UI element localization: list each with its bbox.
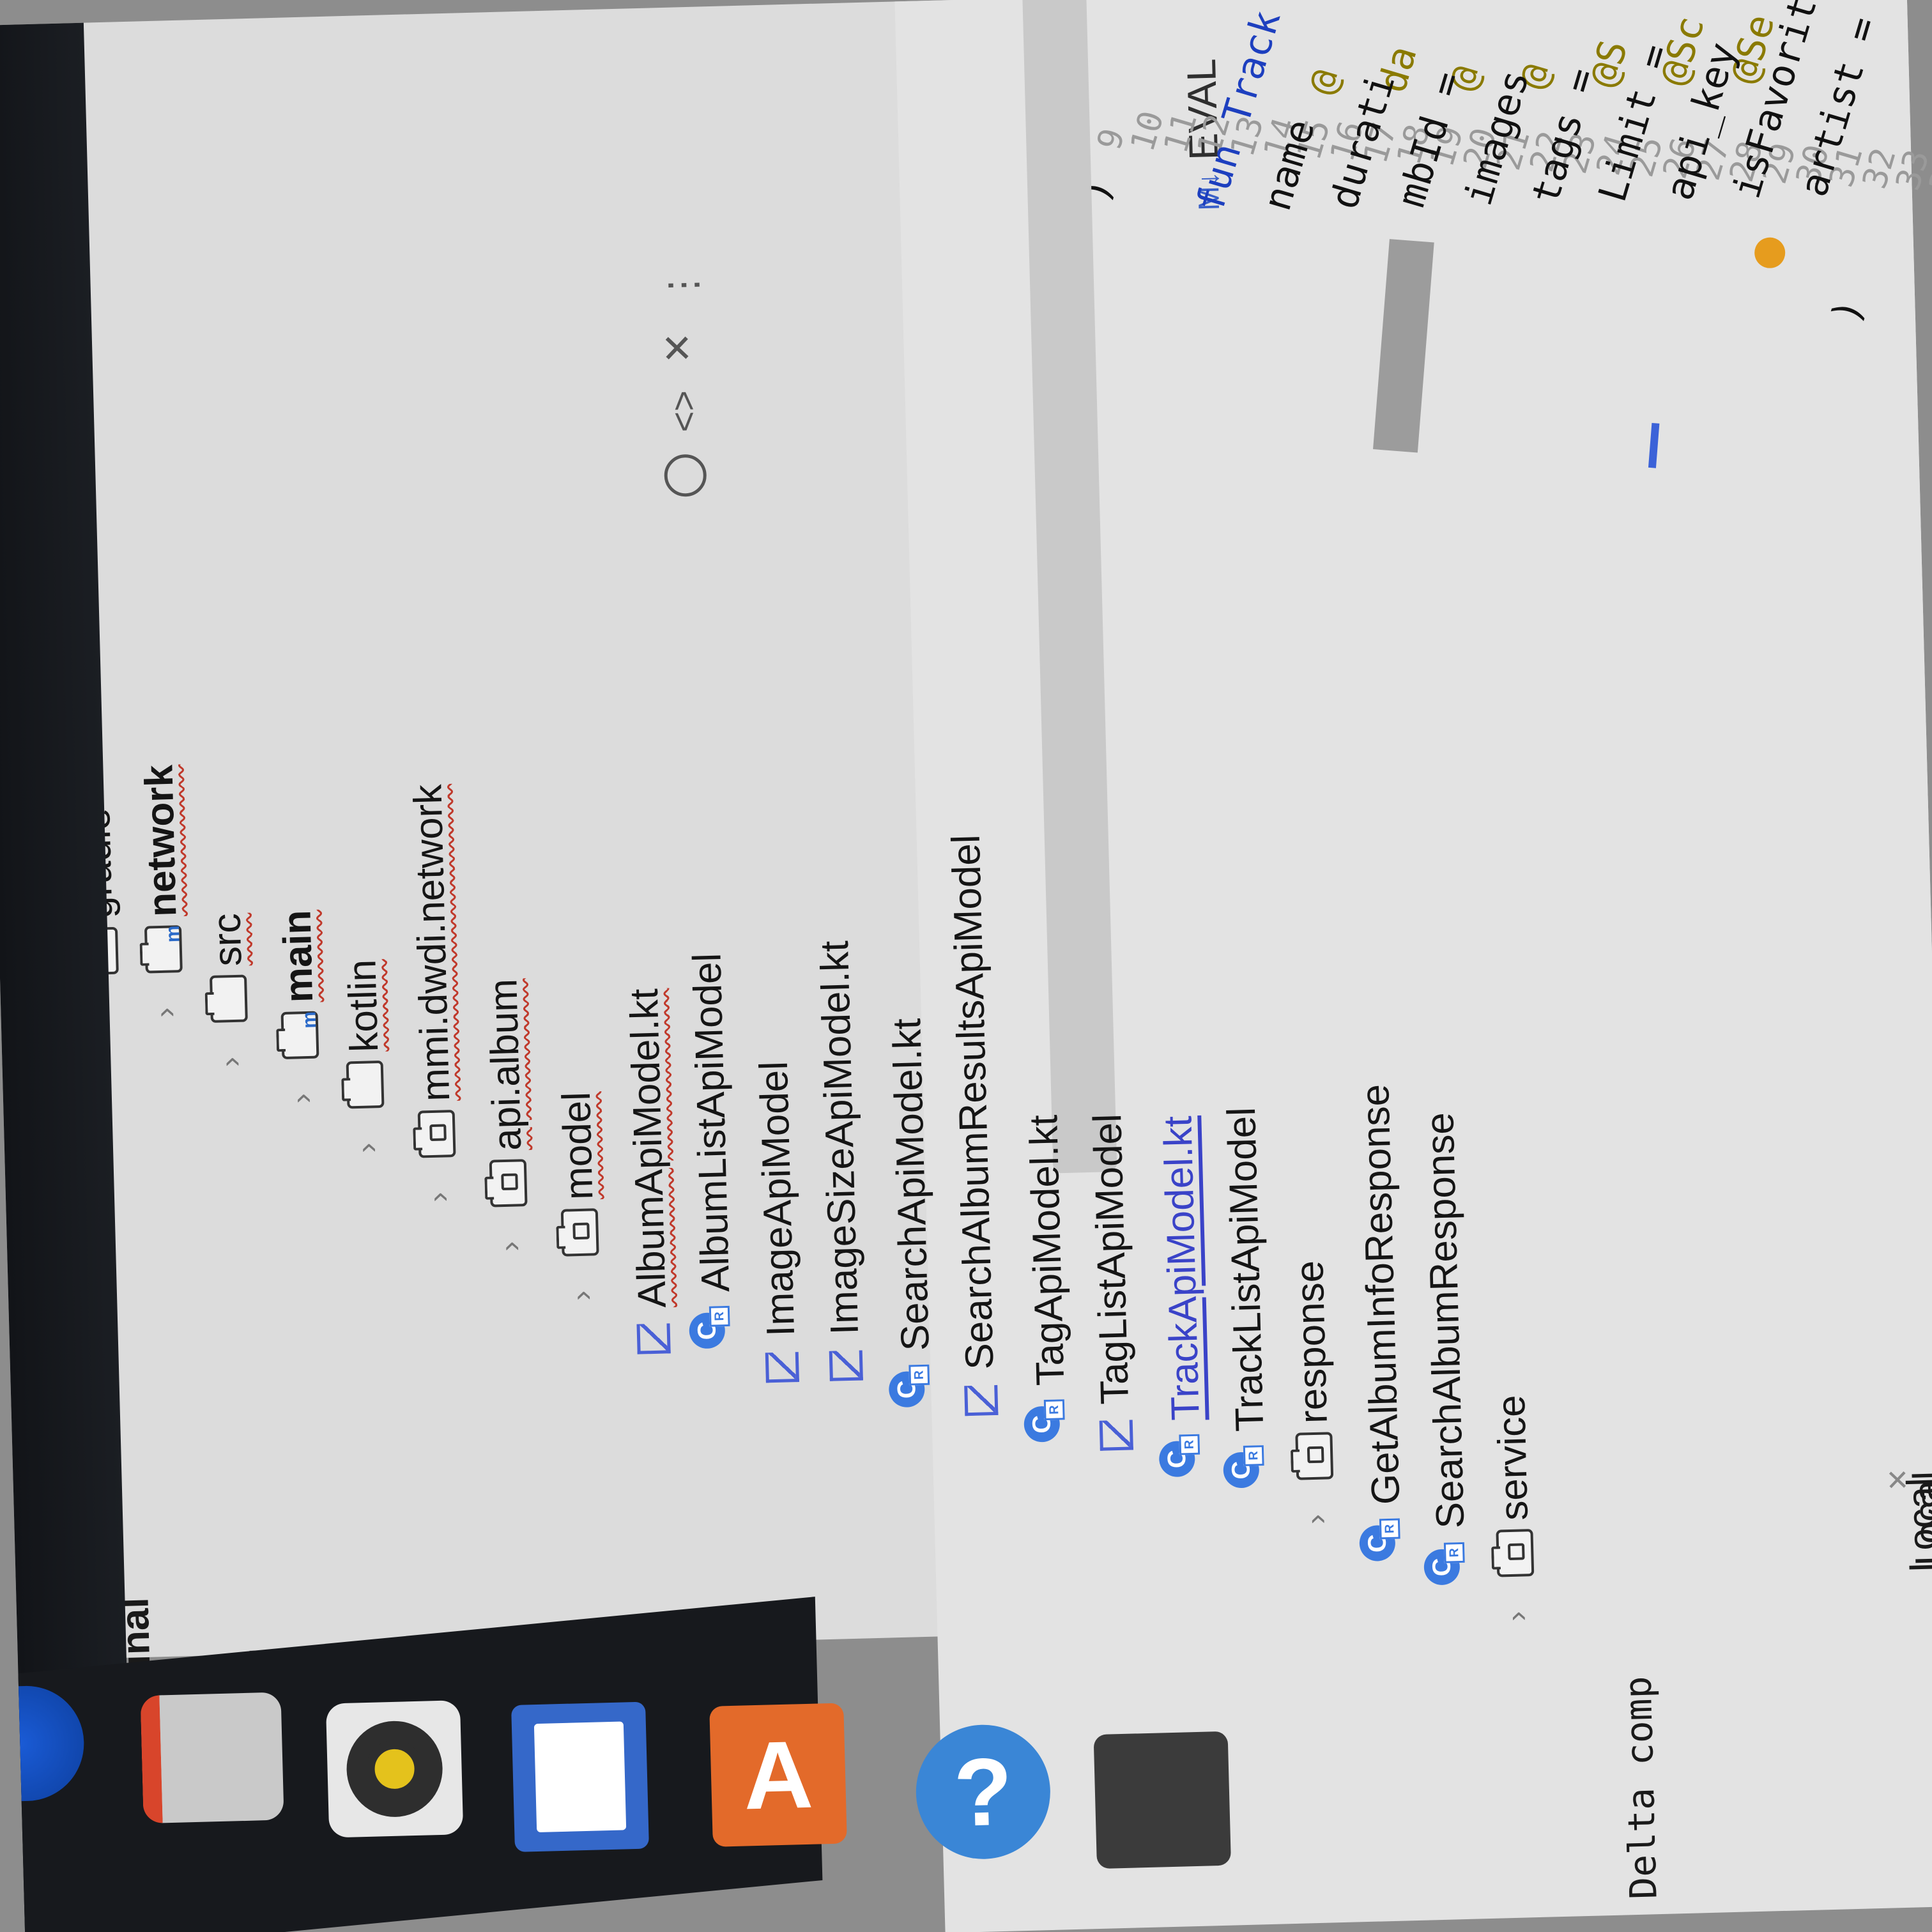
- tree-item-label: GetAlbumInfoResponse: [1353, 1084, 1408, 1505]
- files-icon[interactable]: [140, 1692, 284, 1824]
- tree-item-label: TagListApiModel: [1085, 1113, 1137, 1406]
- tree-item-label: response: [1287, 1260, 1336, 1424]
- class-icon: [897, 1360, 935, 1407]
- kotlin-file-icon: [962, 1378, 1000, 1418]
- writer-icon[interactable]: [511, 1701, 649, 1852]
- tree-item[interactable]: ImageSizeApiModel.kt: [804, 940, 876, 1384]
- chevron-right-icon[interactable]: ›: [420, 1157, 456, 1202]
- kotlin-file-icon: [634, 1316, 672, 1356]
- module-folder-icon: [144, 925, 183, 974]
- tree-item[interactable]: SearchAlbumResultsApiModel: [936, 834, 1011, 1419]
- class-icon: [1032, 1394, 1071, 1442]
- chevron-right-icon[interactable]: ›: [563, 1255, 599, 1301]
- tree-item[interactable]: TagListApiModel: [1077, 1113, 1146, 1453]
- tree-item[interactable]: › main: [266, 909, 332, 1104]
- screen: <> ✕ ⋮ M↓ EVAL 9 10 11 12 13 14 15 16 17 18 19 20 21…: [0, 0, 1932, 1932]
- tree-item[interactable]: ImageApiModel: [744, 1061, 812, 1386]
- tree-item-label: TagApiModel.kt: [1021, 1114, 1073, 1386]
- tree-item[interactable]: AlbumListApiModel: [677, 953, 747, 1349]
- tree-item-label: main: [274, 909, 321, 1004]
- kotlin-file-icon: [1096, 1413, 1135, 1453]
- tree-item-label: TrackListApiModel: [1219, 1107, 1272, 1432]
- package-icon: [417, 1110, 456, 1158]
- chevron-right-icon[interactable]: ›: [283, 1059, 319, 1104]
- rhythmbox-icon[interactable]: [325, 1700, 464, 1838]
- terminal-output-line: Delta comp: [1616, 1675, 1666, 1900]
- package-icon: [489, 1159, 528, 1208]
- kotlin-file-icon: [826, 1343, 864, 1383]
- tree-item-label: model: [554, 1091, 601, 1200]
- tree-item-label: ImageApiModel: [751, 1061, 803, 1337]
- tree-item-label: SearchAlbumResultsApiModel: [944, 834, 1002, 1370]
- tree-item[interactable]: › network: [128, 764, 195, 1018]
- tree-item[interactable]: TagApiModel.kt: [1013, 1114, 1082, 1443]
- chevron-right-icon[interactable]: ›: [491, 1206, 528, 1252]
- chevron-right-icon[interactable]: ›: [211, 1022, 248, 1068]
- tree-item-label: kotlin: [339, 959, 387, 1053]
- tree-item-label: mmi.dwdi.network: [405, 783, 458, 1102]
- tree-item-label: AlbumListApiModel: [684, 953, 738, 1293]
- tree-item[interactable]: SearchApiModel.kt: [877, 1018, 947, 1408]
- tree-item-label: src: [204, 912, 250, 967]
- tree-item[interactable]: AlbumApiModel.kt: [614, 988, 684, 1357]
- selection-highlight: [1022, 0, 1117, 1174]
- tree-item[interactable]: › mmi.dwdi.network: [397, 784, 468, 1203]
- tree-item[interactable]: › src: [196, 912, 260, 1068]
- tree-item[interactable]: › kotlin: [332, 959, 397, 1154]
- tree-item[interactable]: › api.album: [473, 978, 540, 1252]
- app-center-icon[interactable]: A: [709, 1703, 847, 1847]
- tree-item-label: AlbumApiModel.kt: [622, 988, 675, 1308]
- folder-icon: [346, 1060, 385, 1109]
- kotlin-file-icon: [762, 1345, 801, 1385]
- package-icon: [560, 1208, 599, 1257]
- folder-icon: [209, 974, 248, 1023]
- dock-app-icon[interactable]: [1093, 1731, 1231, 1869]
- module-folder-icon: [280, 1011, 319, 1060]
- terminal-tab-close-icon[interactable]: ✕: [1885, 1464, 1910, 1498]
- chevron-right-icon[interactable]: ›: [348, 1108, 385, 1153]
- tree-item-label: TrackApiModel.kt: [1155, 1115, 1208, 1422]
- ide-window: <> ✕ ⋮ M↓ EVAL 9 10 11 12 13 14 15 16 17 18 19 20 21…: [0, 0, 1932, 1932]
- chevron-right-icon[interactable]: ›: [146, 972, 183, 1018]
- tree-item[interactable]: TrackListApiModel: [1211, 1107, 1282, 1489]
- tree-item-label: network: [136, 764, 185, 917]
- tree-item[interactable]: › model: [546, 1091, 612, 1301]
- tree-item-label: ImageSizeApiModel.kt: [812, 940, 867, 1336]
- tree-item-label: SearchApiModel.kt: [884, 1018, 938, 1352]
- project-tree: proguard-rules.pro›gradle›network›src›ma…: [0, 0, 1551, 1660]
- tree-item[interactable]: TrackApiModel.kt: [1147, 1116, 1217, 1478]
- tree-item-label: api.album: [480, 978, 530, 1151]
- class-icon: [698, 1301, 736, 1349]
